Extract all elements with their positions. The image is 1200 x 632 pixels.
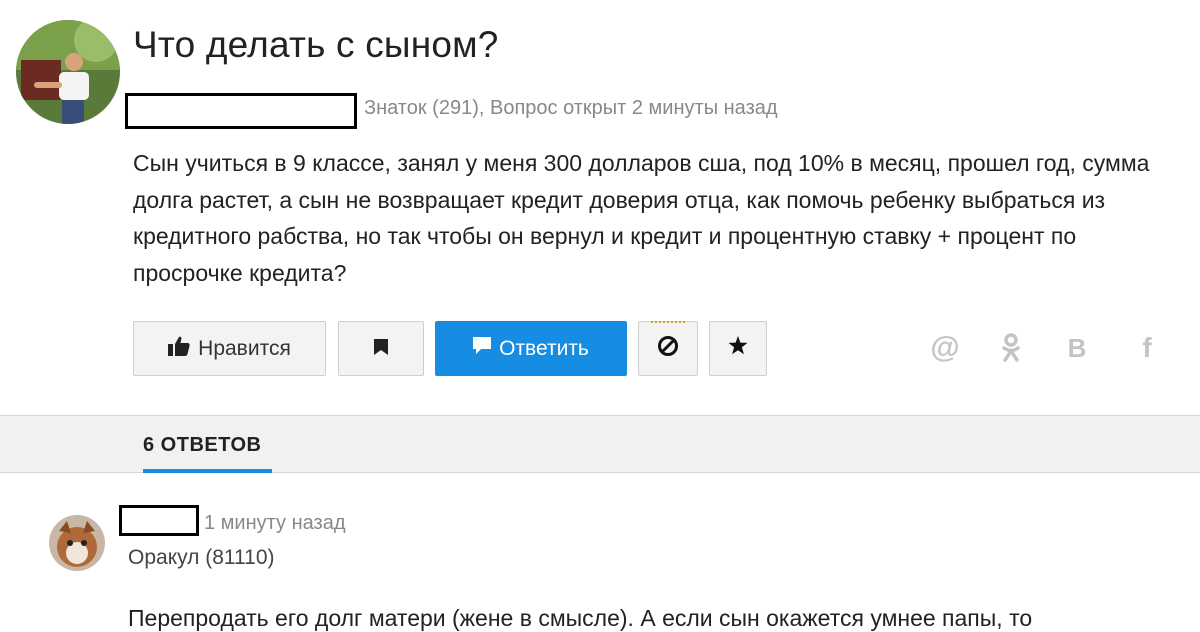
favorite-button[interactable]	[709, 321, 767, 376]
answer-author-avatar[interactable]	[49, 515, 105, 571]
reply-button[interactable]: Ответить	[435, 321, 627, 376]
vk-icon[interactable]: B	[1060, 331, 1094, 365]
answer-author-redacted[interactable]	[119, 505, 199, 536]
star-icon	[728, 336, 748, 361]
like-button[interactable]: Нравится	[133, 321, 326, 376]
bookmark-icon	[374, 337, 388, 361]
mail-ru-icon[interactable]: @	[928, 331, 962, 365]
answer-author-rank: Оракул (81110)	[128, 546, 275, 569]
facebook-icon[interactable]: f	[1130, 331, 1164, 365]
answers-tab-bar: 6 ОТВЕТОВ	[0, 415, 1200, 473]
focus-dots	[651, 321, 685, 323]
thumbs-up-icon	[168, 336, 190, 362]
question-body: Сын учиться в 9 классе, занял у меня 300…	[133, 150, 1150, 286]
author-meta: Знаток (291), Вопрос открыт 2 минуты наз…	[364, 97, 778, 119]
like-label: Нравится	[198, 336, 291, 360]
tab-answers[interactable]: 6 ОТВЕТОВ	[143, 434, 261, 457]
author-name-redacted[interactable]	[125, 93, 357, 129]
odnoklassniki-icon[interactable]	[994, 331, 1028, 365]
reply-label: Ответить	[499, 336, 589, 360]
comment-icon	[473, 336, 492, 361]
report-button[interactable]	[638, 321, 698, 376]
block-icon	[657, 335, 679, 363]
bookmark-button[interactable]	[338, 321, 424, 376]
active-tab-indicator	[143, 469, 272, 473]
question-title: Что делать с сыном?	[133, 24, 499, 65]
author-avatar[interactable]	[16, 20, 120, 124]
answer-time: 1 минуту назад	[204, 512, 346, 534]
